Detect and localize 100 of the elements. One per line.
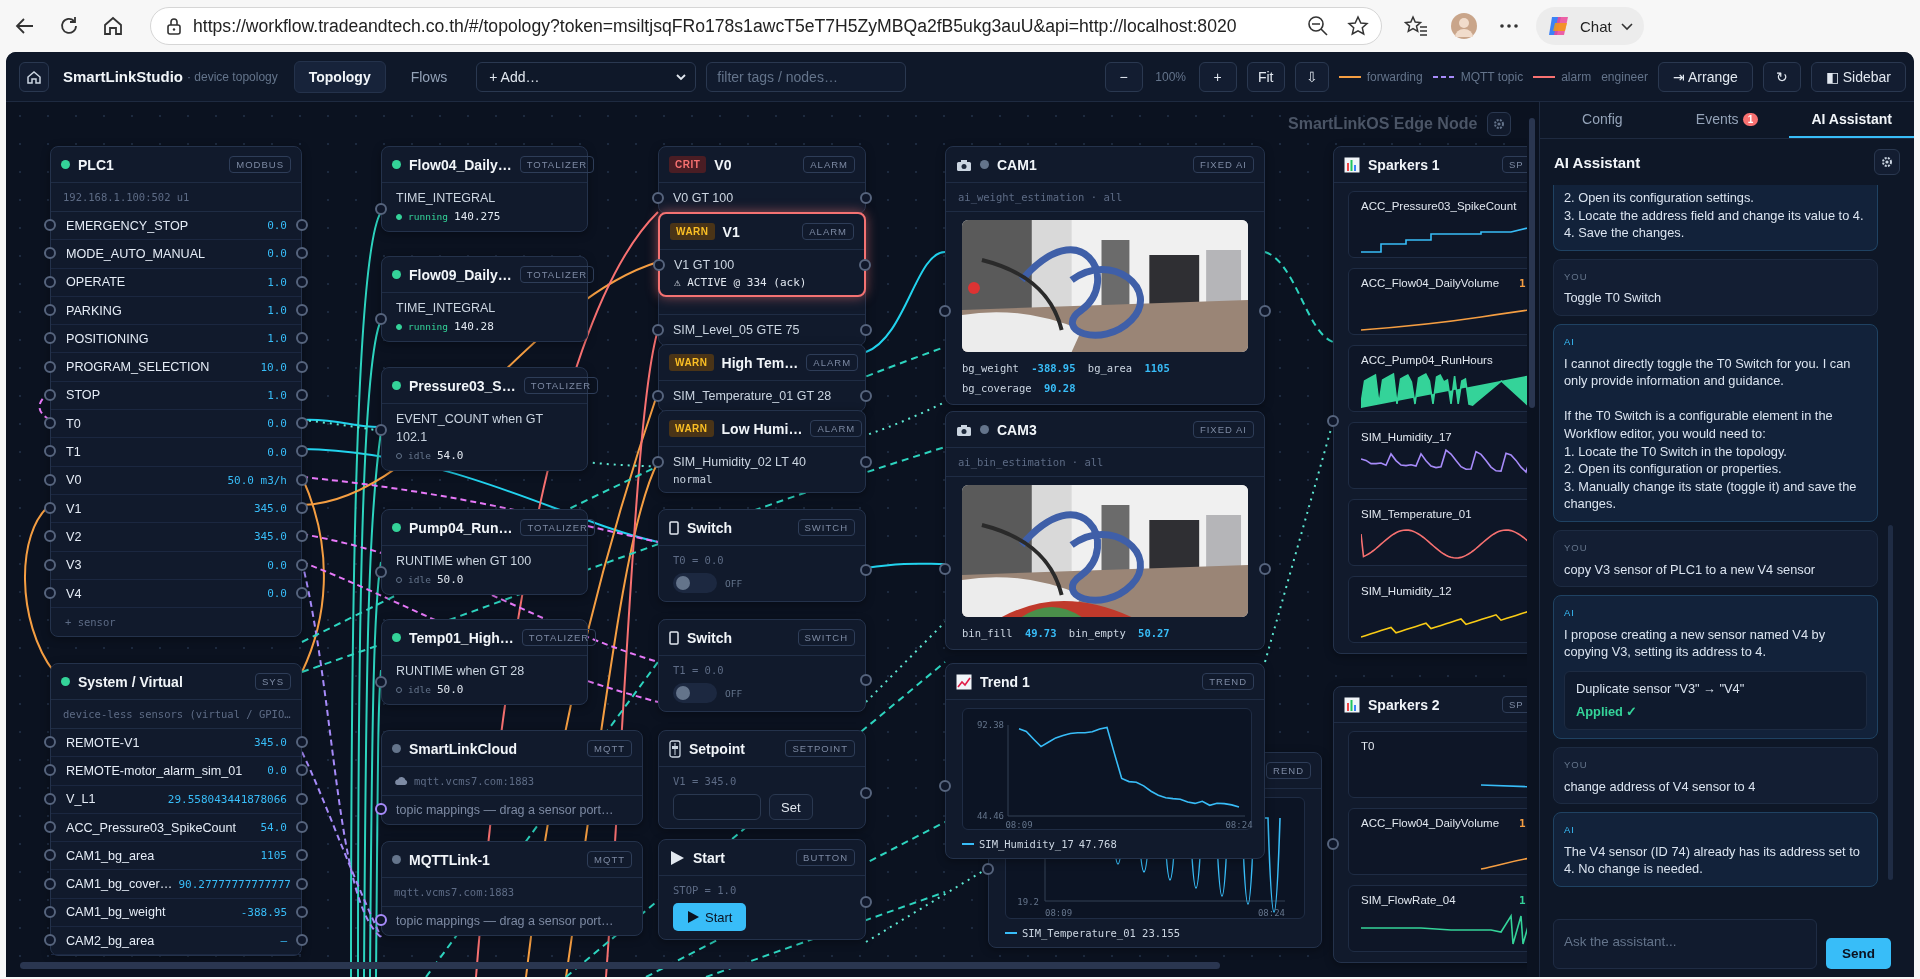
port-handle[interactable] (296, 905, 308, 918)
port-handle[interactable] (296, 502, 308, 514)
sidebar-tab[interactable]: AI Assistant (1789, 102, 1914, 138)
port-handle[interactable] (1259, 563, 1271, 575)
port-handle[interactable] (44, 558, 56, 571)
set-button[interactable]: Set (769, 794, 813, 820)
port-handle[interactable] (375, 914, 387, 926)
port-handle[interactable] (296, 332, 308, 345)
port-handle[interactable] (296, 934, 308, 947)
port-handle[interactable] (296, 303, 308, 316)
port-handle[interactable] (860, 390, 872, 402)
port-handle[interactable] (44, 360, 56, 373)
port-handle[interactable] (296, 792, 308, 805)
port-handle[interactable] (982, 863, 994, 875)
port-handle[interactable] (44, 417, 56, 430)
port-handle[interactable] (860, 787, 872, 799)
port-handle[interactable] (44, 303, 56, 316)
view-tab[interactable]: Topology (293, 60, 386, 93)
port-handle[interactable] (44, 586, 56, 599)
port-handle[interactable] (860, 896, 872, 908)
port-handle[interactable] (44, 530, 56, 543)
port-handle[interactable] (860, 674, 872, 686)
setpoint-field[interactable] (673, 794, 761, 820)
message-field[interactable]: Ask the assistant... (1553, 919, 1817, 969)
port-handle[interactable] (296, 820, 308, 833)
port-handle[interactable] (375, 566, 387, 578)
port-handle[interactable] (44, 764, 56, 777)
port-handle[interactable] (375, 203, 387, 215)
port-handle[interactable] (375, 313, 387, 325)
scrollbar[interactable] (1529, 118, 1535, 408)
send-button[interactable]: Send (1826, 938, 1891, 969)
port-handle[interactable] (44, 247, 56, 260)
port-handle[interactable] (375, 676, 387, 688)
address-bar[interactable]: https://workflow.tradeandtech.co.th/#/topology?token=msiltjsqFRo178s1awcT5eT7H5ZyMBQa2fB5ukg3auU&api=http://localhost:8020 (150, 7, 1382, 45)
view-tab[interactable]: Flows (395, 60, 463, 93)
port-handle[interactable] (44, 905, 56, 918)
port-handle[interactable] (44, 934, 56, 947)
port-handle[interactable] (652, 324, 664, 336)
download-button[interactable]: ⇩ (1294, 61, 1329, 92)
port-handle[interactable] (652, 192, 664, 204)
port-handle[interactable] (296, 530, 308, 543)
port-handle[interactable] (44, 219, 56, 231)
port-handle[interactable] (1327, 415, 1339, 427)
port-handle[interactable] (296, 360, 308, 373)
port-handle[interactable] (860, 324, 872, 336)
port-handle[interactable] (296, 445, 308, 458)
port-handle[interactable] (296, 275, 308, 288)
port-handle[interactable] (939, 305, 951, 317)
port-handle[interactable] (296, 877, 308, 890)
filter-field[interactable]: filter tags / nodes… (706, 61, 907, 92)
scrollbar[interactable] (20, 962, 1220, 969)
port-handle[interactable] (939, 563, 951, 575)
port-handle[interactable] (44, 388, 56, 401)
port-handle[interactable] (296, 247, 308, 260)
toggle-switch[interactable] (673, 683, 717, 703)
zoom-in-button[interactable]: + (1198, 61, 1237, 92)
refresh-button[interactable]: ↻ (1762, 61, 1801, 92)
port-handle[interactable] (1259, 305, 1271, 317)
port-handle[interactable] (859, 259, 871, 271)
add-dropdown[interactable]: + Add… (476, 61, 697, 92)
chat-button[interactable]: Chat (1536, 7, 1644, 45)
start-button[interactable]: Start (673, 903, 747, 931)
port-handle[interactable] (860, 456, 872, 468)
sidebar-tab[interactable]: Events 1 (1664, 102, 1790, 138)
port-handle[interactable] (939, 780, 951, 792)
fit-button[interactable]: Fit (1246, 61, 1285, 92)
port-handle[interactable] (296, 849, 308, 862)
port-handle[interactable] (1327, 838, 1339, 850)
port-handle[interactable] (44, 792, 56, 805)
port-handle[interactable] (296, 764, 308, 777)
port-handle[interactable] (296, 586, 308, 599)
port-handle[interactable] (375, 803, 387, 815)
port-handle[interactable] (296, 473, 308, 486)
port-handle[interactable] (296, 558, 308, 571)
port-handle[interactable] (860, 564, 872, 576)
port-handle[interactable] (44, 736, 56, 748)
port-handle[interactable] (860, 192, 872, 204)
port-handle[interactable] (44, 445, 56, 458)
port-handle[interactable] (44, 877, 56, 890)
sidebar-tab[interactable]: Config (1540, 102, 1665, 138)
scrollbar[interactable] (1888, 525, 1893, 880)
toggle-switch[interactable] (673, 573, 717, 593)
port-handle[interactable] (296, 417, 308, 430)
port-handle[interactable] (44, 275, 56, 288)
port-handle[interactable] (296, 219, 308, 231)
port-handle[interactable] (652, 456, 664, 468)
home-button[interactable] (19, 61, 49, 92)
port-handle[interactable] (296, 736, 308, 748)
port-handle[interactable] (296, 388, 308, 401)
arrange-button[interactable]: ⇥ Arrange (1657, 61, 1753, 92)
port-handle[interactable] (652, 390, 664, 402)
settings-button[interactable] (1874, 149, 1900, 175)
zoom-out-button[interactable]: − (1104, 61, 1143, 92)
port-handle[interactable] (44, 473, 56, 486)
port-handle[interactable] (375, 424, 387, 436)
port-handle[interactable] (44, 332, 56, 345)
port-handle[interactable] (44, 820, 56, 833)
port-handle[interactable] (44, 502, 56, 514)
port-handle[interactable] (44, 849, 56, 862)
port-handle[interactable] (653, 259, 665, 271)
